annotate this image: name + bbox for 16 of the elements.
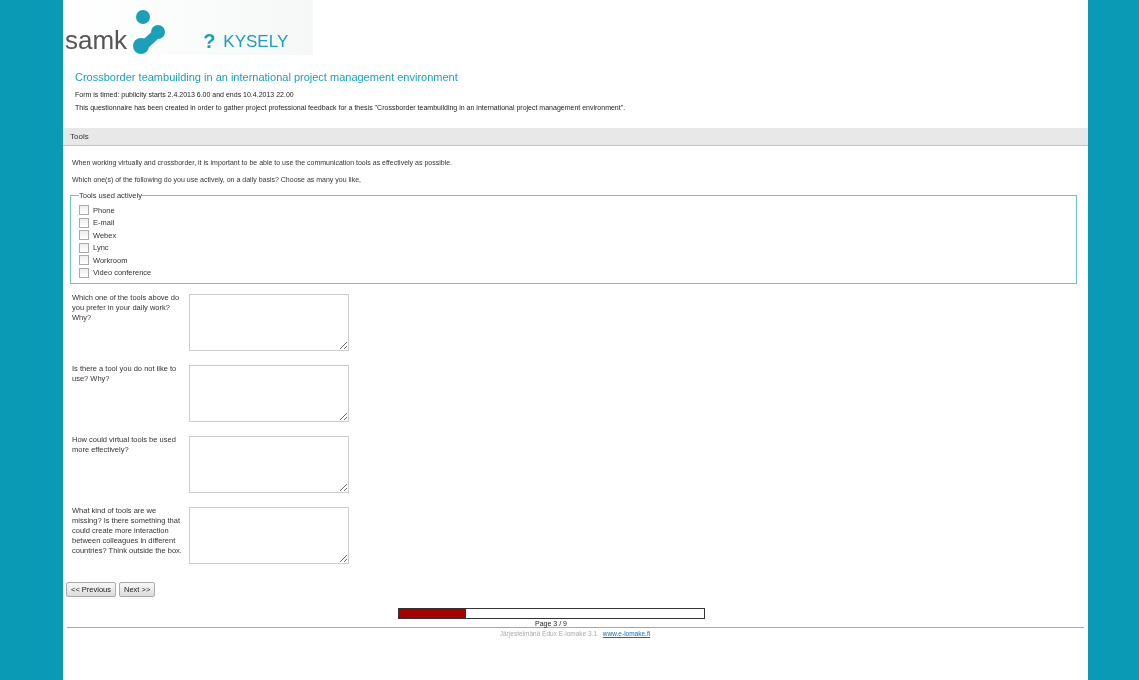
app-title: KYSELY — [223, 31, 289, 52]
checkbox[interactable] — [79, 205, 89, 216]
checkbox[interactable] — [79, 242, 89, 253]
checkbox[interactable] — [79, 267, 89, 278]
checkbox[interactable] — [79, 217, 89, 228]
question-mark-icon: ? — [203, 30, 216, 53]
logo-icon — [131, 9, 168, 55]
answer-box[interactable] — [189, 365, 349, 422]
answer-box[interactable] — [189, 294, 349, 351]
answer-box[interactable] — [189, 436, 349, 493]
answer-box[interactable] — [189, 507, 349, 564]
form-title: Crossborder teambuilding in an international project management environment — [75, 71, 459, 83]
section-header: Tools — [63, 128, 1088, 146]
checkbox[interactable] — [79, 255, 89, 266]
logo-text: samk — [65, 27, 128, 53]
checkbox[interactable] — [79, 230, 89, 241]
